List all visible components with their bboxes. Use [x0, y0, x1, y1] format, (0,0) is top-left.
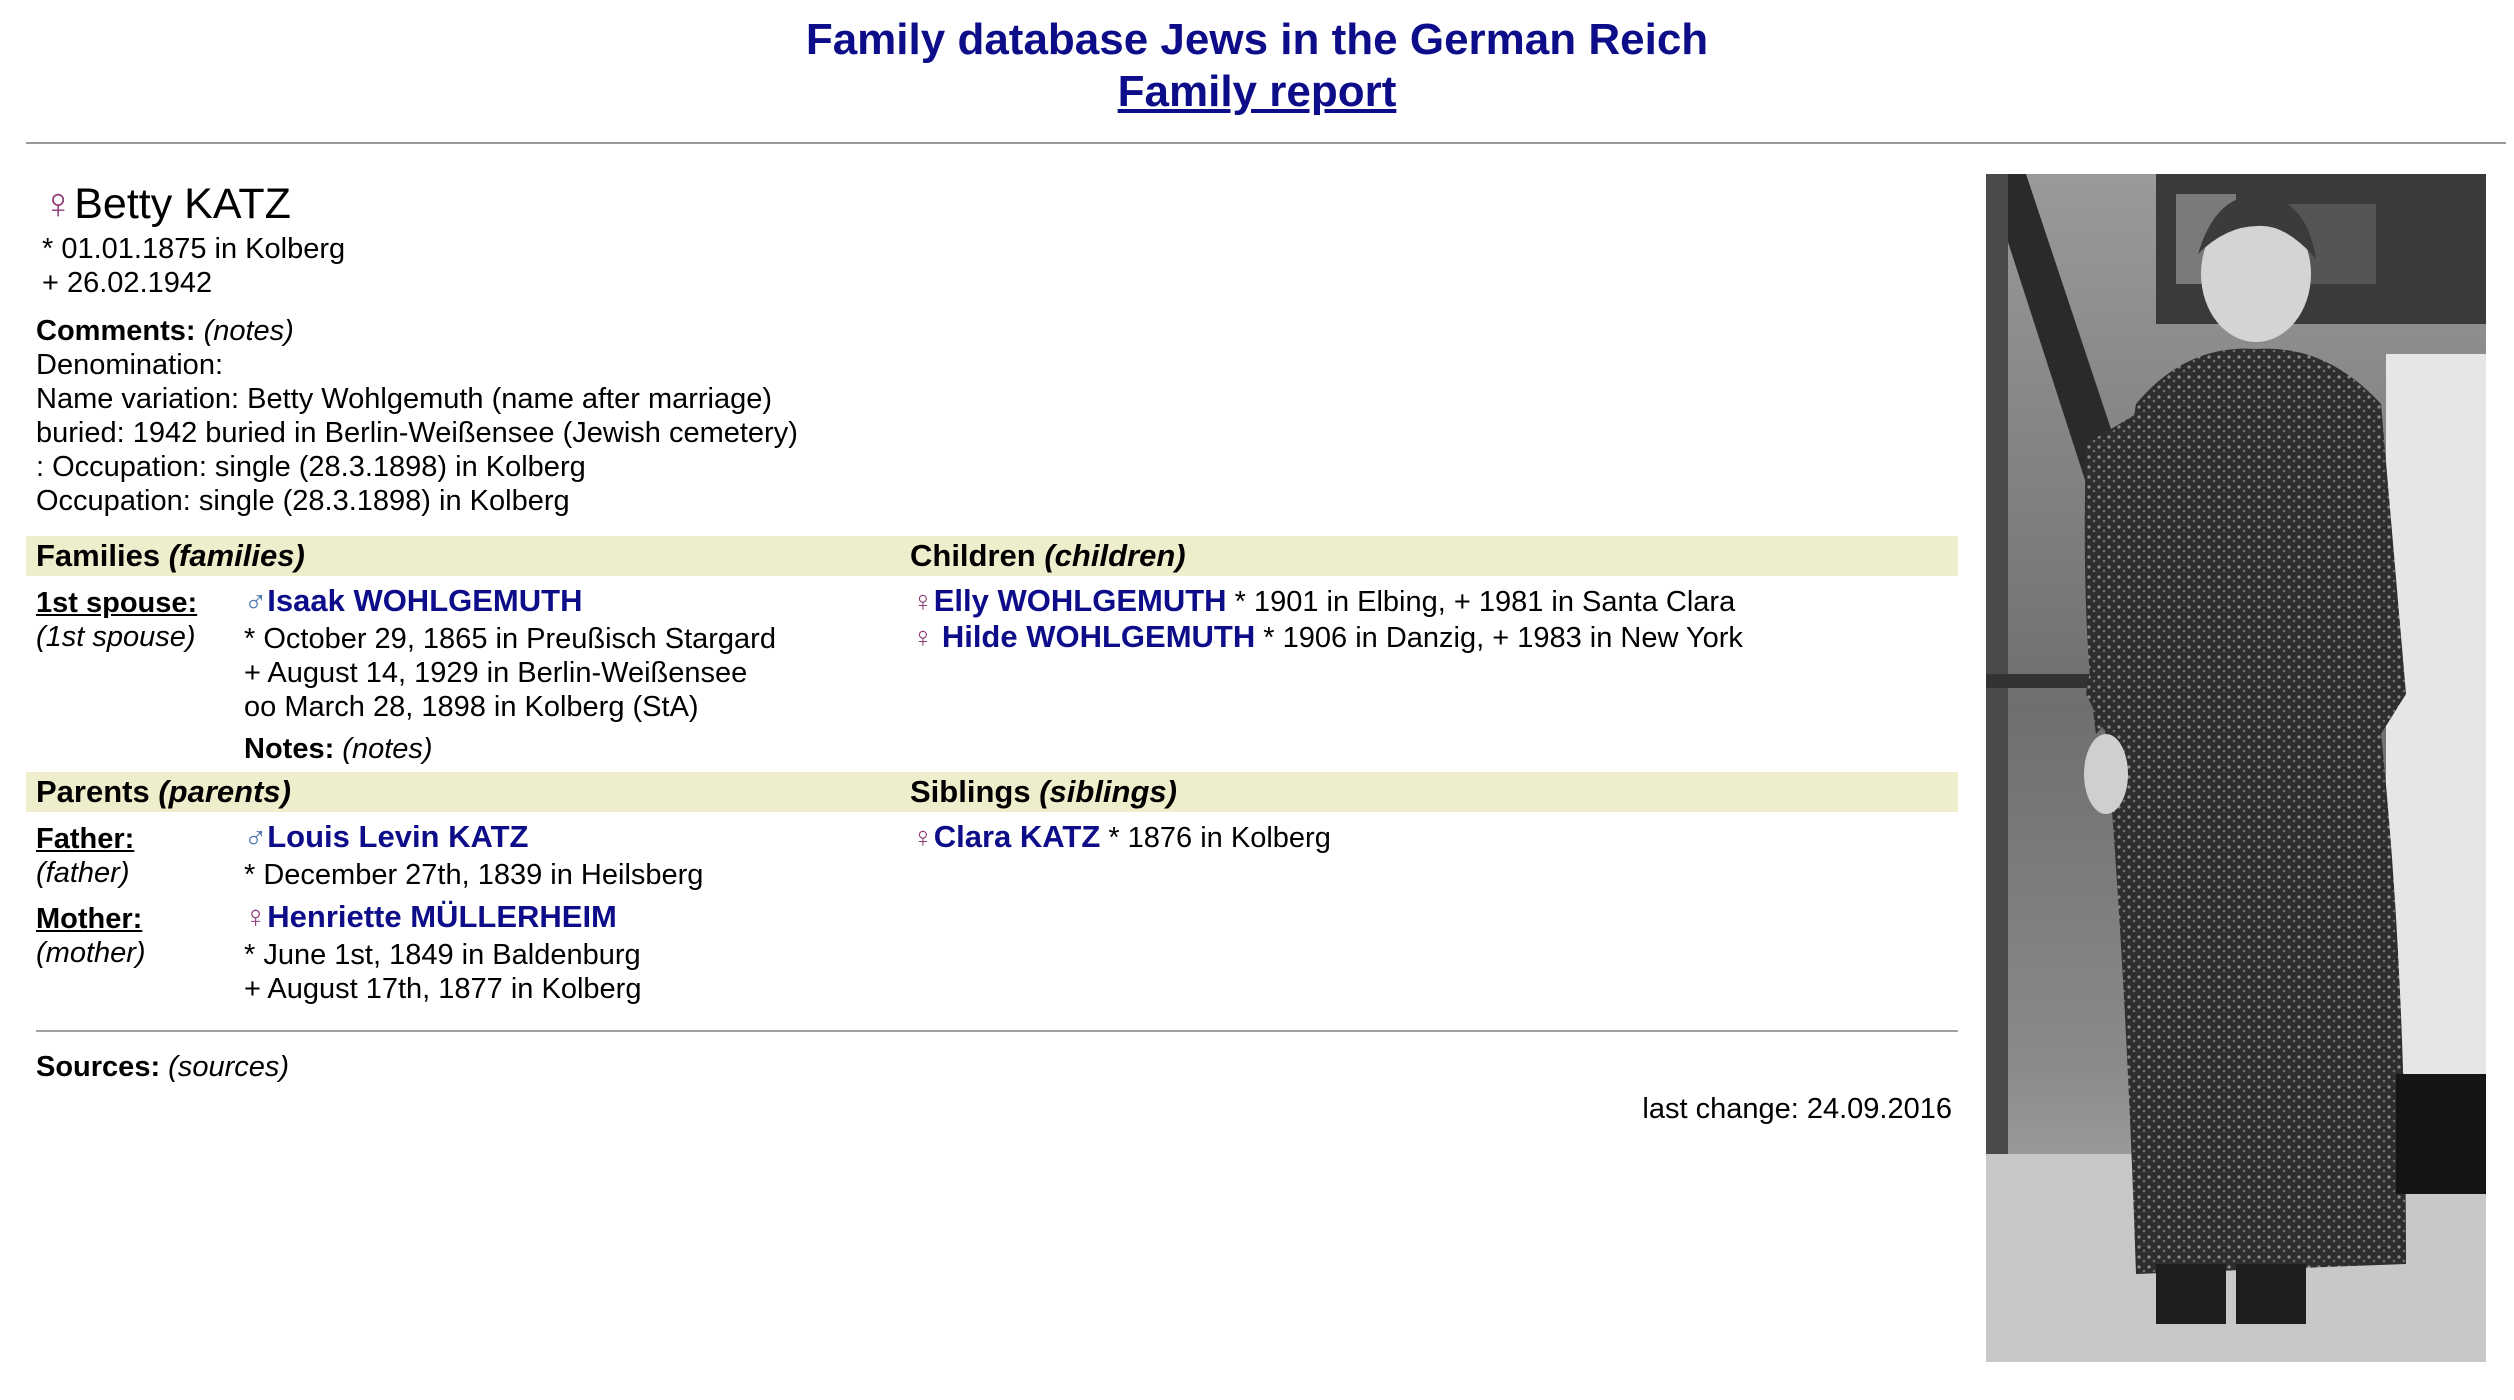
sources-label: Sources: [36, 1051, 161, 1083]
person-photo [1986, 174, 2486, 1362]
spouse-sublabel: (1st spouse) [36, 621, 196, 653]
comment-line: Name variation: Betty Wohlgemuth (name a… [36, 383, 773, 415]
comment-line: : Occupation: single (28.3.1898) in Kolb… [36, 451, 586, 483]
mother-link-row[interactable]: ♀Henriette MÜLLERHEIM [244, 900, 617, 934]
sources-row: Sources: (sources) [36, 1050, 289, 1084]
comments-notes: (notes) [203, 315, 294, 347]
last-change: last change: 24.09.2016 [1642, 1093, 1952, 1125]
spouse-birth: * October 29, 1865 in Preußisch Stargard [244, 623, 776, 655]
male-icon: ♂ [244, 583, 268, 618]
comment-line: Occupation: single (28.3.1898) in Kolber… [36, 485, 570, 517]
male-icon: ♂ [244, 819, 268, 854]
child-item: ♀Elly WOHLGEMUTH * 1901 in Elbing, + 198… [912, 584, 1735, 619]
person-name-row: ♀Betty KATZ [42, 178, 291, 230]
spouse-notes-row: Notes: (notes) [244, 732, 433, 766]
spouse-notes: (notes) [342, 733, 433, 765]
spouse-marriage: oo March 28, 1898 in Kolberg (StA) [244, 691, 699, 723]
page-title: Family database Jews in the German Reich [805, 15, 1709, 64]
mother-sublabel: (mother) [36, 937, 146, 969]
person-name: Betty KATZ [74, 180, 291, 228]
siblings-section-header: Siblings (siblings) [900, 772, 1958, 812]
portrait-image [1986, 174, 2486, 1362]
child-info: * 1901 in Elbing, + 1981 in Santa Clara [1234, 586, 1736, 618]
child-name-link[interactable]: Hilde WOHLGEMUTH [942, 619, 1255, 654]
spouse-link-row[interactable]: ♂Isaak WOHLGEMUTH [244, 584, 582, 618]
spouse-label: 1st spouse: [36, 587, 198, 619]
parents-section-header: Parents (parents) [26, 772, 900, 812]
female-icon: ♀ [42, 180, 75, 228]
mother-label: Mother: [36, 903, 143, 935]
father-birth: * December 27th, 1839 in Heilsberg [244, 859, 704, 891]
comment-line: Denomination: [36, 349, 223, 381]
page-subtitle-link[interactable]: Family report [0, 66, 2514, 118]
sibling-item: ♀Clara KATZ * 1876 in Kolberg [912, 820, 1331, 855]
female-icon: ♀ [912, 822, 934, 854]
father-label: Father: [36, 823, 135, 855]
comment-line: buried: 1942 buried in Berlin-Weißensee … [36, 417, 798, 449]
comments-label: Comments: [36, 315, 196, 347]
content-divider [36, 1030, 1958, 1032]
sibling-info: * 1876 in Kolberg [1108, 822, 1331, 854]
mother-birth: * June 1st, 1849 in Baldenburg [244, 939, 641, 971]
header-divider [26, 142, 2506, 144]
female-icon: ♀ [244, 899, 268, 934]
spouse-name-link[interactable]: Isaak WOHLGEMUTH [267, 583, 582, 618]
page-header: Family database Jews in the German Reich… [0, 14, 2514, 118]
father-sublabel: (father) [36, 857, 130, 889]
sources-value: (sources) [168, 1051, 290, 1083]
spouse-death: + August 14, 1929 in Berlin-Weißensee [244, 657, 748, 689]
child-info: * 1906 in Danzig, + 1983 in New York [1263, 622, 1743, 654]
mother-name-link[interactable]: Henriette MÜLLERHEIM [267, 899, 617, 934]
spouse-notes-label: Notes: [244, 733, 335, 765]
person-death: + 26.02.1942 [42, 267, 213, 299]
father-link-row[interactable]: ♂Louis Levin KATZ [244, 820, 528, 854]
female-icon: ♀ [912, 586, 934, 618]
children-section-header: Children (children) [900, 536, 1958, 576]
mother-death: + August 17th, 1877 in Kolberg [244, 973, 642, 1005]
child-name-link[interactable]: Elly WOHLGEMUTH [934, 583, 1227, 618]
person-birth: * 01.01.1875 in Kolberg [42, 233, 346, 265]
child-item: ♀ Hilde WOHLGEMUTH * 1906 in Danzig, + 1… [912, 620, 1743, 655]
families-section-header: Families (families) [26, 536, 900, 576]
female-icon: ♀ [912, 622, 934, 654]
sibling-name-link[interactable]: Clara KATZ [934, 819, 1101, 854]
father-name-link[interactable]: Louis Levin KATZ [267, 819, 528, 854]
comments-row: Comments: (notes) [36, 314, 294, 348]
